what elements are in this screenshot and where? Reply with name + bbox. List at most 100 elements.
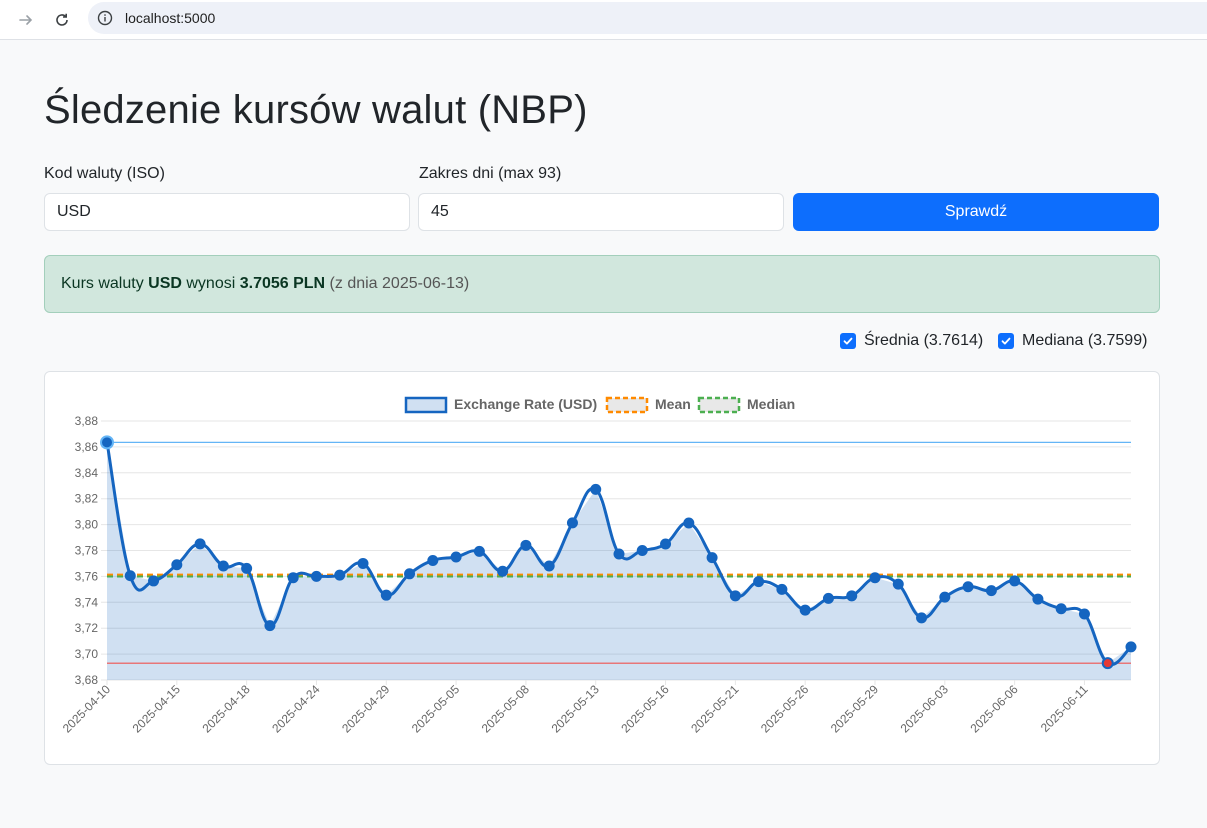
data-point [1078, 608, 1090, 620]
x-tick-label: 2025-05-08 [479, 682, 533, 736]
data-point [427, 554, 439, 566]
reload-icon [56, 13, 68, 26]
check-button[interactable]: Sprawdź [793, 193, 1159, 231]
data-point [1125, 641, 1137, 653]
data-point [357, 557, 369, 569]
y-tick-label: 3,86 [75, 440, 99, 454]
data-point [846, 590, 858, 602]
legend-label: Mean [655, 396, 691, 412]
data-point [543, 560, 555, 572]
url-text: localhost:5000 [125, 10, 216, 26]
data-point [241, 562, 253, 574]
y-tick-label: 3,74 [75, 595, 99, 609]
data-point [636, 545, 648, 556]
data-point [171, 559, 183, 571]
mean-toggle[interactable]: Średnia (3.7614) [840, 332, 983, 350]
legend-label: Exchange Rate (USD) [454, 396, 597, 412]
x-tick-label: 2025-06-03 [898, 682, 952, 736]
data-point [822, 592, 834, 604]
legend-swatch [697, 396, 741, 414]
data-point [310, 570, 322, 582]
x-tick-label: 2025-05-29 [828, 682, 882, 736]
data-point [450, 551, 462, 563]
result-alert: Kurs waluty USD wynosi 3.7056 PLN (z dni… [44, 255, 1160, 313]
median-checkbox[interactable] [998, 333, 1014, 349]
y-tick-label: 3,78 [75, 544, 99, 558]
arrow-right-icon [19, 15, 33, 25]
address-bar[interactable]: localhost:5000 [88, 2, 1207, 34]
data-point [473, 545, 485, 557]
x-tick-label: 2025-06-06 [967, 682, 1021, 736]
data-point [1009, 575, 1021, 587]
data-point [334, 569, 346, 581]
y-tick-label: 3,80 [75, 518, 99, 532]
data-point [380, 589, 392, 601]
data-point [706, 552, 718, 564]
x-tick-label: 2025-04-15 [130, 682, 184, 736]
data-point [613, 548, 625, 560]
y-tick-label: 3,68 [75, 673, 99, 687]
x-tick-label: 2025-04-29 [339, 682, 393, 736]
x-tick-label: 2025-04-10 [60, 682, 114, 736]
x-tick-label: 2025-05-26 [758, 682, 812, 736]
data-point [753, 576, 765, 588]
data-point [962, 581, 974, 593]
result-date: (z dnia 2025-06-13) [325, 275, 470, 292]
data-point [497, 565, 509, 577]
y-tick-label: 3,70 [75, 647, 99, 661]
area-fill [107, 442, 1131, 680]
currency-input[interactable] [44, 193, 410, 231]
info-icon[interactable] [97, 10, 113, 26]
days-label: Zakres dni (max 93) [419, 165, 562, 182]
data-point [799, 604, 811, 616]
mean-checkbox[interactable] [840, 333, 856, 349]
x-tick-label: 2025-04-18 [199, 682, 253, 736]
browser-toolbar: localhost:5000 [0, 0, 1207, 40]
data-point [124, 570, 136, 582]
forward-button[interactable] [13, 7, 39, 33]
exchange-rate-chart: 3,88 3,86 3,84 3,82 3,80 3,78 3,76 3,74 3,72 3,70… [60, 396, 1137, 736]
result-middle: wynosi [181, 275, 240, 292]
data-point [590, 483, 602, 495]
median-toggle-label: Mediana (3.7599) [1022, 332, 1148, 349]
y-tick-label: 3,76 [75, 569, 99, 583]
data-point [939, 591, 951, 603]
y-tick-label: 3,82 [75, 492, 99, 506]
legend-label: Median [747, 396, 795, 412]
data-point [660, 538, 672, 550]
page-title: Śledzenie kursów walut (NBP) [44, 88, 588, 132]
x-tick-label: 2025-04-24 [269, 682, 323, 736]
data-point [869, 572, 881, 584]
x-tick-label: 2025-05-21 [688, 682, 742, 736]
x-tick-label: 2025-05-16 [618, 682, 672, 736]
legend-swatch [605, 396, 649, 414]
y-tick-label: 3,84 [75, 466, 99, 480]
reload-button[interactable] [49, 7, 75, 33]
currency-label: Kod waluty (ISO) [44, 165, 165, 182]
data-point [194, 538, 206, 550]
check-icon [1001, 337, 1011, 345]
result-rate: 3.7056 PLN [239, 275, 326, 292]
data-point [520, 539, 532, 551]
data-point [776, 583, 788, 595]
x-tick-label: 2025-05-13 [549, 682, 603, 736]
data-point [892, 578, 904, 590]
data-point [1032, 593, 1044, 605]
data-point [985, 585, 997, 597]
data-point [566, 517, 578, 529]
mean-toggle-label: Średnia (3.7614) [864, 332, 984, 349]
median-toggle[interactable]: Mediana (3.7599) [998, 332, 1147, 350]
data-point [100, 435, 114, 450]
data-point [683, 517, 695, 529]
data-point [1101, 657, 1114, 670]
data-point [264, 620, 276, 632]
chart-card: 3,88 3,86 3,84 3,82 3,80 3,78 3,76 3,74 3,72 3,70… [44, 371, 1160, 765]
result-currency: USD [148, 275, 182, 292]
y-tick-label: 3,72 [75, 621, 99, 635]
data-point [217, 560, 229, 572]
x-tick-label: 2025-05-05 [409, 682, 463, 736]
data-point [916, 612, 928, 624]
days-input[interactable] [418, 193, 784, 231]
y-tick-label: 3,88 [75, 414, 99, 428]
data-point [404, 568, 416, 580]
